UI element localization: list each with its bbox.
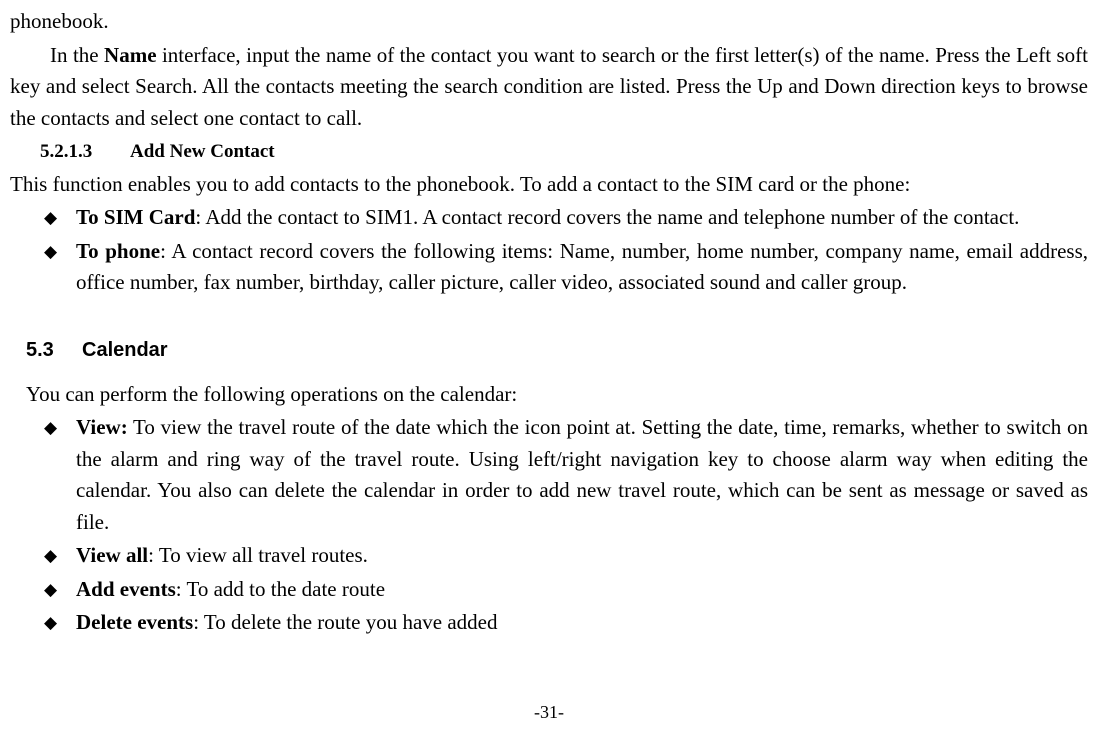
name-interface-paragraph: In the Name interface, input the name of… — [10, 40, 1088, 135]
list-item: ◆ To phone: A contact record covers the … — [44, 236, 1088, 299]
heading-5.2.1.3: 5.2.1.3Add New Contact — [40, 138, 1088, 167]
bullet-bold: Delete events — [76, 610, 193, 634]
heading-title-53: Calendar — [82, 339, 168, 361]
name-para-pre: In the — [50, 43, 104, 67]
name-para-post: interface, input the name of the contact… — [10, 43, 1088, 130]
list-item: ◆ To SIM Card: Add the contact to SIM1. … — [44, 202, 1088, 234]
bullet-bold: View all — [76, 543, 148, 567]
bullet-text: To view the travel route of the date whi… — [76, 415, 1088, 534]
diamond-icon: ◆ — [44, 205, 57, 231]
diamond-icon: ◆ — [44, 610, 57, 636]
bullet-text: : A contact record covers the following … — [76, 239, 1088, 295]
bullet-bold: Add events — [76, 577, 176, 601]
diamond-icon: ◆ — [44, 239, 57, 265]
heading-num-5213: 5.2.1.3 — [40, 138, 130, 167]
heading-5.3: 5.3Calendar — [26, 335, 1088, 365]
page-number: -31- — [0, 699, 1098, 726]
list-item: ◆ Delete events: To delete the route you… — [44, 607, 1088, 639]
name-bold: Name — [104, 43, 156, 67]
list-item: ◆ Add events: To add to the date route — [44, 574, 1088, 606]
fragment-phonebook: phonebook. — [10, 6, 1088, 38]
para-53: You can perform the following operations… — [26, 379, 1088, 411]
bullet-bold: To SIM Card — [76, 205, 195, 229]
list-item: ◆ View: To view the travel route of the … — [44, 412, 1088, 538]
bullet-bold: To phone — [76, 239, 160, 263]
bullet-text: : To view all travel routes. — [148, 543, 368, 567]
diamond-icon: ◆ — [44, 577, 57, 603]
bullet-bold: View: — [76, 415, 128, 439]
heading-title-5213: Add New Contact — [130, 141, 275, 162]
heading-num-53: 5.3 — [26, 335, 82, 365]
bullet-text: : Add the contact to SIM1. A contact rec… — [195, 205, 1019, 229]
diamond-icon: ◆ — [44, 543, 57, 569]
bullet-list-53: ◆ View: To view the travel route of the … — [10, 412, 1088, 639]
bullet-text: : To add to the date route — [176, 577, 385, 601]
para-5213: This function enables you to add contact… — [10, 169, 1088, 201]
bullet-list-5213: ◆ To SIM Card: Add the contact to SIM1. … — [10, 202, 1088, 299]
diamond-icon: ◆ — [44, 415, 57, 441]
bullet-text: : To delete the route you have added — [193, 610, 497, 634]
list-item: ◆ View all: To view all travel routes. — [44, 540, 1088, 572]
